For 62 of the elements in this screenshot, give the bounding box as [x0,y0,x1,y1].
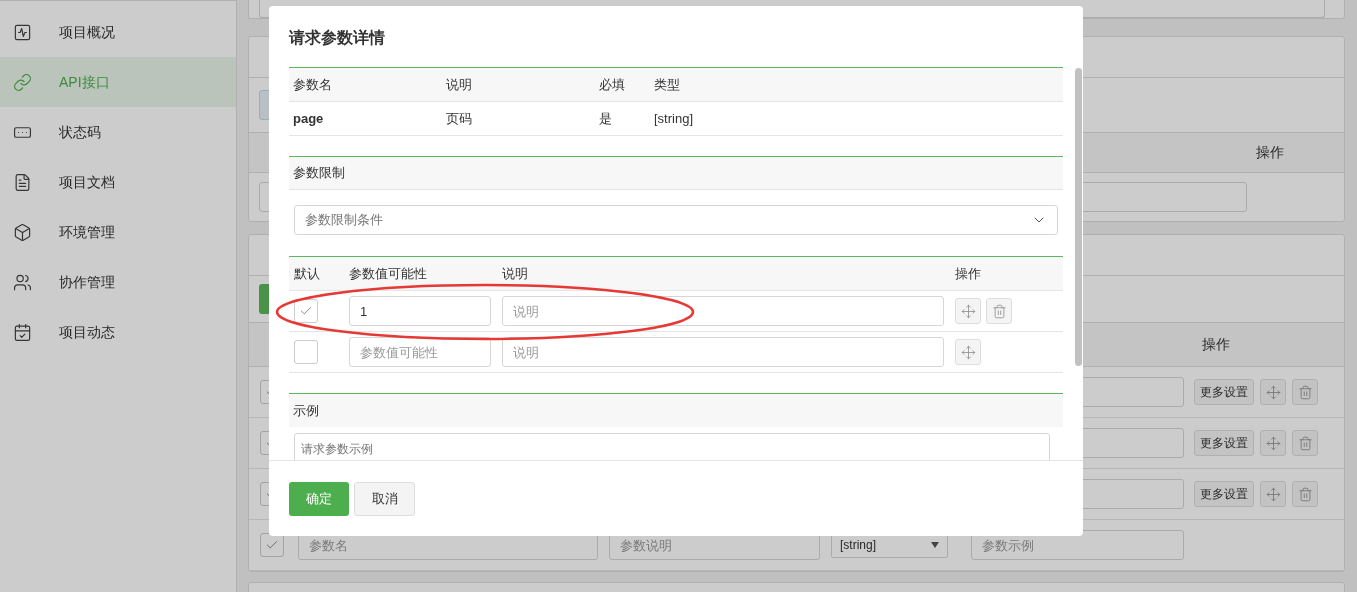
table-cell-text: page [293,109,325,128]
description-field[interactable]: 说明 [502,337,944,367]
table-cell-text: 是 [599,109,613,128]
more-settings-button[interactable]: 更多设置 [1194,379,1254,405]
modal-title: 请求参数详情 [289,27,385,48]
column-header: 操作 [1256,143,1284,162]
delete-button[interactable] [1292,481,1318,507]
link-icon [13,72,32,92]
check-icon [299,304,313,318]
delete-icon [1297,384,1313,400]
move-icon [960,303,976,319]
column-header: 默认 [294,264,321,283]
sidebar-item[interactable]: 项目概况 [0,7,236,57]
column-header: 类型 [654,75,680,94]
column-header: 说明 [502,264,529,283]
move-button[interactable] [955,339,981,365]
sidebar-item[interactable]: 项目文档 [0,157,236,207]
move-button[interactable] [955,298,981,324]
value-field[interactable]: 1 [349,296,491,326]
move-icon [960,344,976,360]
column-header: 参数值可能性 [349,264,428,283]
move-icon [1265,384,1281,400]
section-title: 示例 [293,401,319,420]
limit-select[interactable]: 参数限制条件 [294,205,1058,235]
more-settings-button[interactable]: 更多设置 [1194,481,1254,507]
sidebar-item[interactable]: 项目动态 [0,307,236,357]
checkbox[interactable] [260,533,284,557]
scrollbar[interactable] [1075,68,1082,366]
checkbox[interactable] [294,340,318,364]
checkbox[interactable] [294,299,318,323]
column-header: 操作 [1202,335,1230,354]
people-icon [13,272,32,292]
cube-icon [13,222,32,242]
delete-button[interactable] [986,298,1012,324]
table-cell-text: [string] [654,109,693,128]
cancel-button[interactable]: 取消 [354,481,415,516]
move-button[interactable] [1260,481,1286,507]
sidebar-item[interactable]: 环境管理 [0,207,236,257]
move-button[interactable] [1260,379,1286,405]
sidebar-item[interactable]: 状态码 [0,107,236,157]
calendar-icon [13,322,32,342]
sidebar-item[interactable]: 协作管理 [0,257,236,307]
caret-icon [931,542,939,548]
more-settings-button[interactable]: 更多设置 [1194,430,1254,456]
move-icon [1265,435,1281,451]
column-header: 说明 [446,75,473,94]
delete-icon [991,303,1007,319]
column-header: 操作 [955,264,981,283]
description-field[interactable]: 说明 [502,296,944,326]
document-icon [13,172,32,192]
column-header: 参数名 [293,75,333,94]
delete-button[interactable] [1292,430,1318,456]
move-button[interactable] [1260,430,1286,456]
delete-button[interactable] [1292,379,1318,405]
move-icon [1265,486,1281,502]
column-header: 必填 [599,75,626,94]
delete-icon [1297,486,1313,502]
delete-icon [1297,435,1313,451]
section-title: 参数限制 [293,164,345,183]
check-icon [265,538,279,552]
table-cell-text: 页码 [446,109,473,128]
chart-icon [13,22,32,42]
